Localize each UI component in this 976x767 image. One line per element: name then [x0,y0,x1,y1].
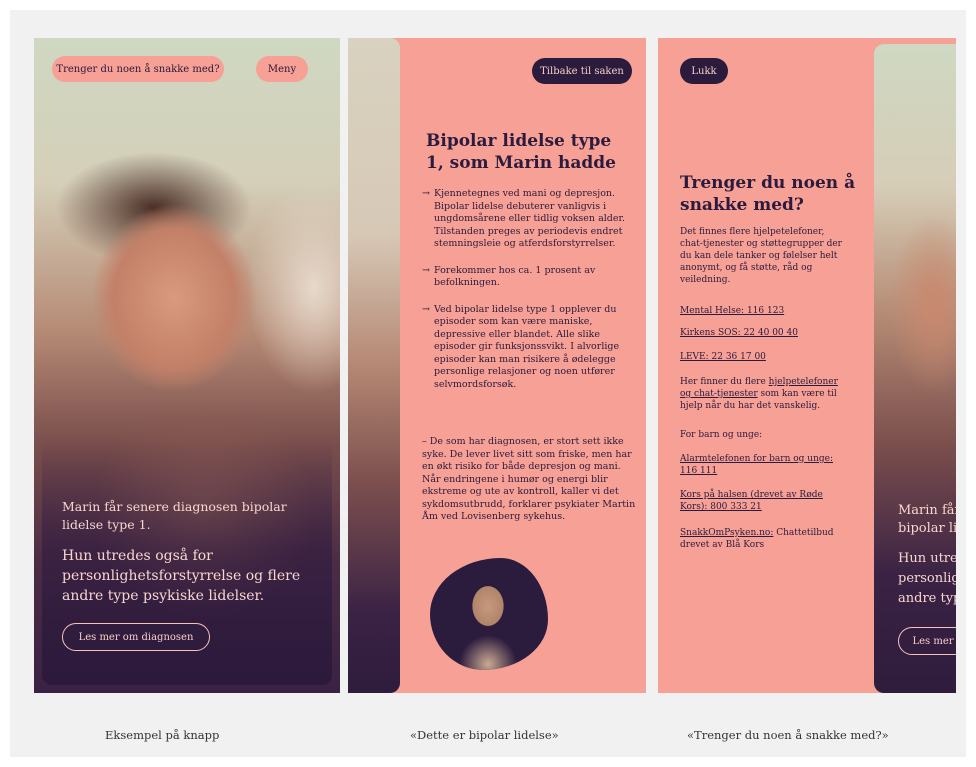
arrow-right-icon: → [422,303,430,315]
close-button[interactable]: Lukk [680,58,728,84]
help-title: Trenger du noen å snakke med? [680,173,856,215]
leve-link[interactable]: LEVE: 22 36 17 00 [680,351,850,363]
list-item: → Forekommer hos ca. 1 prosent av befolkn… [422,264,596,289]
peek-caption-line: personlig [898,571,956,586]
menu-button[interactable]: Meny [256,56,308,82]
peek-caption-line: Marin får [898,503,956,518]
peek-read-more-button[interactable]: Les mer [898,627,956,655]
more-resources-text: Her finner du flere hjelpetelefoner og c… [680,377,838,411]
back-to-story-button[interactable]: Tilbake til saken [532,58,632,84]
caption-bipolar: «Dette er bipolar lidelse» [410,728,559,742]
snakkompsyken-text: SnakkOmPsyken.no: Chattetilbud drevet av… [680,528,834,550]
alarmtelefonen-link[interactable]: Alarmtelefonen for barn og unge: 116 111 [680,453,850,477]
psychiatrist-portrait [430,558,548,670]
kirkens-sos-link[interactable]: Kirkens SOS: 22 40 00 40 [680,327,850,339]
kids-heading: For barn og unge: [680,430,763,440]
panel-story-photo: Trenger du noen å snakke med? Meny Marin… [34,38,340,693]
info-title: Bipolar lidelse type 1, som Marin hadde [426,131,616,173]
background-photo-strip [348,38,400,693]
peek-caption-line: andre typ [898,591,956,606]
caption-button-example: Eksempel på knapp [105,728,220,742]
arrow-right-icon: → [422,264,430,276]
background-photo-strip: Marin får bipolar li Hun utre personlig … [874,44,956,693]
peek-caption-line: bipolar li [898,521,956,536]
info-bullet-list: → Kjennetegnes ved mani og depresjon. Bip… [422,188,636,405]
read-more-diagnosis-button[interactable]: Les mer om diagnosen [62,623,210,651]
photo-caption-small: Marin får senere diagnosen bipolar lidel… [62,499,287,532]
panel-help-resources: Marin får bipolar li Hun utre personlig … [658,38,956,693]
panel-bipolar-info: Tilbake til saken Bipolar lidelse type 1… [348,38,646,693]
peek-caption-line: Hun utre [898,551,956,566]
help-intro: Det finnes flere hjelpetelefoner, chat-t… [680,227,842,285]
list-item: → Ved bipolar lidelse type 1 opplever du … [422,303,620,390]
mental-helse-link[interactable]: Mental Helse: 116 123 [680,305,850,317]
snakkompsyken-link[interactable]: SnakkOmPsyken.no: [680,528,773,538]
portrait-face [456,576,518,670]
photo-caption-large: Hun utredes også for personlighetsforsty… [62,548,301,604]
caption-help: «Trenger du noen å snakke med?» [687,728,889,742]
psychiatrist-quote: – De som har diagnosen, er stort sett ik… [422,436,636,522]
showcase-canvas: Trenger du noen å snakke med? Meny Marin… [10,10,966,757]
help-button[interactable]: Trenger du noen å snakke med? [52,56,224,82]
arrow-right-icon: → [422,188,430,199]
kors-pa-halsen-link[interactable]: Kors på halsen (drevet av Røde Kors): 80… [680,489,850,513]
list-item: → Kjennetegnes ved mani og depresjon. Bip… [422,188,625,249]
